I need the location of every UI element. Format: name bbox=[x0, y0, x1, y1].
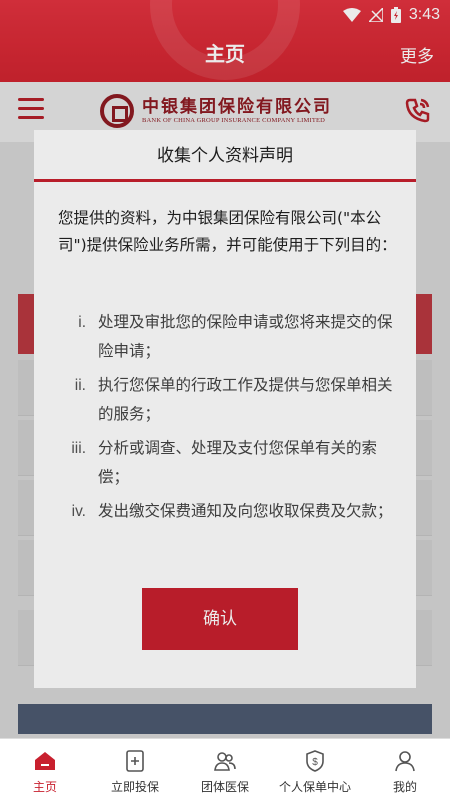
wifi-icon bbox=[342, 8, 361, 22]
tab-label: 个人保单中心 bbox=[278, 780, 351, 794]
user-icon bbox=[395, 751, 415, 772]
boc-logo-icon bbox=[100, 94, 134, 128]
status-time: 3:43 bbox=[408, 6, 440, 23]
brand-logo: 中银集团保险有限公司 BANK OF CHINA GROUP INSURANCE… bbox=[100, 92, 350, 132]
tab-personal-policy[interactable]: $ 个人保单中心 bbox=[270, 739, 360, 800]
add-document-icon bbox=[126, 750, 144, 772]
more-button[interactable]: 更多 bbox=[400, 42, 434, 67]
list-item: iii. 分析或调查、处理及支付您保单有关的索偿； bbox=[71, 439, 378, 486]
tab-label: 团体医保 bbox=[200, 780, 249, 794]
list-item: i. 处理及审批您的保险申请或您将来提交的保险申请； bbox=[78, 313, 393, 360]
purpose-list: i. 处理及审批您的保险申请或您将来提交的保险申请； ii. 执行您保单的行政工作及… bbox=[54, 308, 400, 531]
battery-charging-icon bbox=[390, 7, 401, 23]
list-item: iv. 发出缴交保费通知及向您收取保费及欠款； bbox=[71, 502, 393, 520]
no-signal-icon bbox=[368, 8, 383, 22]
privacy-statement-dialog: 收集个人资料声明 您提供的资料，为中银集团保险有限公司("本公司")提供保险业务… bbox=[34, 130, 416, 688]
svg-text:$: $ bbox=[312, 757, 318, 768]
background-image bbox=[18, 704, 432, 734]
menu-icon[interactable] bbox=[18, 98, 44, 122]
brand-name-en: BANK OF CHINA GROUP INSURANCE COMPANY LI… bbox=[142, 117, 326, 124]
shield-dollar-icon: $ bbox=[306, 750, 324, 772]
tab-label: 立即投保 bbox=[110, 780, 159, 794]
home-icon bbox=[35, 752, 55, 770]
dialog-title: 收集个人资料声明 bbox=[34, 130, 416, 182]
status-bar: 3:43 bbox=[342, 4, 440, 26]
tab-mine[interactable]: 我的 bbox=[360, 739, 450, 800]
confirm-button[interactable]: 确认 bbox=[142, 588, 298, 650]
top-header: 3:43 主页 更多 bbox=[0, 0, 450, 82]
list-item: ii. 执行您保单的行政工作及提供与您保单相关的服务； bbox=[74, 376, 393, 423]
brand-name-cn: 中银集团保险有限公司 bbox=[142, 97, 332, 117]
tab-label: 主页 bbox=[32, 780, 57, 794]
phone-icon[interactable] bbox=[404, 96, 432, 124]
page-title: 主页 bbox=[205, 42, 245, 66]
tab-group-medical[interactable]: 团体医保 bbox=[180, 739, 270, 800]
tab-buy-insurance[interactable]: 立即投保 bbox=[90, 739, 180, 800]
dialog-intro-text: 您提供的资料，为中银集团保险有限公司("本公司")提供保险业务所需，并可能使用于… bbox=[58, 209, 397, 254]
bottom-tab-bar: 主页 立即投保 团体医保 $ 个人保单中心 我的 bbox=[0, 738, 450, 800]
tab-label: 我的 bbox=[392, 780, 417, 794]
group-icon bbox=[214, 752, 236, 771]
tab-home[interactable]: 主页 bbox=[0, 739, 90, 800]
